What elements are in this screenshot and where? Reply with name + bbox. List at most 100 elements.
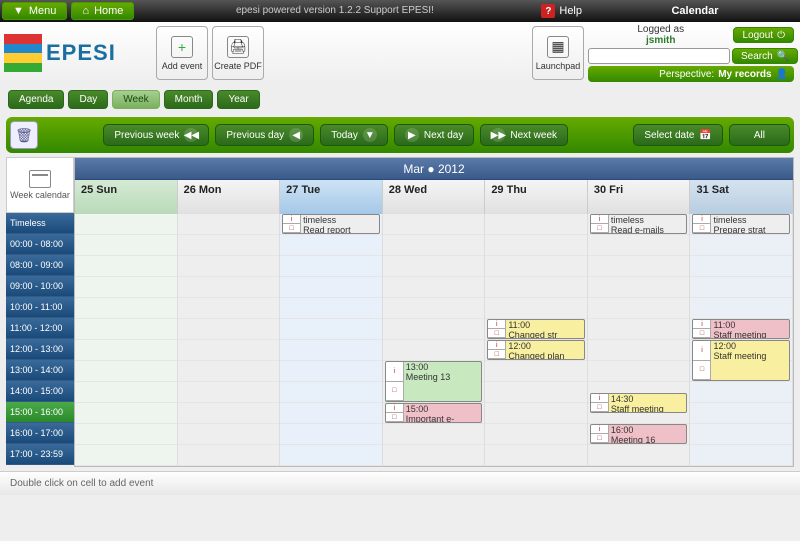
grid-cell[interactable] <box>485 298 587 319</box>
event-wed-15[interactable]: i□15:00Important e- <box>385 403 483 423</box>
event-fri-1430[interactable]: i□14:30Staff meeting <box>590 393 688 413</box>
time-slot[interactable]: 13:00 - 14:00 <box>6 360 74 381</box>
launchpad-button[interactable]: ▦ Launchpad <box>532 26 584 80</box>
grid-cell[interactable] <box>75 214 177 235</box>
col-fri[interactable]: i□timelessRead e-mails i□14:30Staff meet… <box>588 214 691 466</box>
grid-cell[interactable] <box>280 382 382 403</box>
grid-cell[interactable] <box>485 424 587 445</box>
menu-button[interactable]: ▼Menu <box>2 2 67 20</box>
prev-week-button[interactable]: Previous week◀◀ <box>103 124 209 146</box>
grid-cell[interactable] <box>280 445 382 466</box>
day-header-sun[interactable]: 25 Sun <box>75 180 178 214</box>
event-fri-16[interactable]: i□16:00Meeting 16 <box>590 424 688 444</box>
grid-cell[interactable] <box>280 424 382 445</box>
grid-cell[interactable] <box>588 235 690 256</box>
grid-cell[interactable] <box>178 214 280 235</box>
grid-cell[interactable] <box>690 235 792 256</box>
grid-cell[interactable] <box>75 256 177 277</box>
col-sun[interactable] <box>75 214 178 466</box>
grid-cell[interactable] <box>178 361 280 382</box>
grid-cell[interactable] <box>178 445 280 466</box>
time-slot[interactable]: Timeless <box>6 213 74 234</box>
grid-cell[interactable] <box>383 319 485 340</box>
time-slot[interactable]: 08:00 - 09:00 <box>6 255 74 276</box>
logout-button[interactable]: Logout⏻ <box>733 27 794 43</box>
add-event-button[interactable]: + Add event <box>156 26 208 80</box>
today-button[interactable]: Today▼ <box>320 124 388 146</box>
all-button[interactable]: All <box>729 124 790 146</box>
grid-cell[interactable] <box>178 382 280 403</box>
tab-year[interactable]: Year <box>217 90 259 109</box>
time-slot[interactable]: 09:00 - 10:00 <box>6 276 74 297</box>
event-sat-timeless[interactable]: i□timelessPrepare strat <box>692 214 790 234</box>
tab-day[interactable]: Day <box>68 90 108 109</box>
col-tue[interactable]: i□timelessRead report <box>280 214 383 466</box>
day-header-tue[interactable]: 27 Tue <box>280 180 383 214</box>
grid-cell[interactable] <box>383 298 485 319</box>
grid-cell[interactable] <box>383 445 485 466</box>
col-thu[interactable]: i□11:00Changed str i□12:00Changed plan <box>485 214 588 466</box>
grid-cell[interactable] <box>280 277 382 298</box>
day-header-thu[interactable]: 29 Thu <box>485 180 588 214</box>
grid-cell[interactable] <box>75 298 177 319</box>
time-slot[interactable]: 10:00 - 11:00 <box>6 297 74 318</box>
event-sat-12[interactable]: i□12:00Staff meeting <box>692 340 790 381</box>
time-slot[interactable]: 17:00 - 23:59 <box>6 444 74 465</box>
grid-cell[interactable] <box>178 277 280 298</box>
time-slot[interactable]: 15:00 - 16:00 <box>6 402 74 423</box>
grid-cell[interactable] <box>75 277 177 298</box>
grid-cell[interactable] <box>75 403 177 424</box>
grid-cell[interactable] <box>75 424 177 445</box>
event-fri-timeless[interactable]: i□timelessRead e-mails <box>590 214 688 234</box>
home-button[interactable]: ⌂Home <box>71 2 134 20</box>
grid-cell[interactable] <box>485 214 587 235</box>
grid-cell[interactable] <box>75 361 177 382</box>
perspective-selector[interactable]: Perspective: My records 👤 <box>588 66 794 82</box>
grid-cell[interactable] <box>178 340 280 361</box>
grid-cell[interactable] <box>690 445 792 466</box>
grid-cell[interactable] <box>588 256 690 277</box>
grid-cell[interactable] <box>690 256 792 277</box>
grid-cell[interactable] <box>690 382 792 403</box>
grid-cell[interactable] <box>485 361 587 382</box>
tab-week[interactable]: Week <box>112 90 159 109</box>
grid-cell[interactable] <box>588 319 690 340</box>
search-input[interactable] <box>588 48 730 64</box>
tab-month[interactable]: Month <box>164 90 214 109</box>
day-header-wed[interactable]: 28 Wed <box>383 180 486 214</box>
event-sat-11[interactable]: i□11:00Staff meeting <box>692 319 790 339</box>
grid-cell[interactable] <box>178 298 280 319</box>
grid-cell[interactable] <box>383 340 485 361</box>
grid-cell[interactable] <box>485 256 587 277</box>
event-thu-11[interactable]: i□11:00Changed str <box>487 319 585 339</box>
grid-cell[interactable] <box>178 319 280 340</box>
next-day-button[interactable]: ▶Next day <box>394 124 474 146</box>
grid-cell[interactable] <box>75 319 177 340</box>
col-mon[interactable] <box>178 214 281 466</box>
grid-cell[interactable] <box>280 235 382 256</box>
grid-cell[interactable] <box>178 424 280 445</box>
grid-cell[interactable] <box>280 298 382 319</box>
week-calendar-selector[interactable]: Week calendar <box>6 157 74 213</box>
grid-cell[interactable] <box>178 403 280 424</box>
time-slot[interactable]: 14:00 - 15:00 <box>6 381 74 402</box>
day-header-sat[interactable]: 31 Sat <box>690 180 793 214</box>
grid-cell[interactable] <box>75 340 177 361</box>
grid-cell[interactable] <box>280 403 382 424</box>
grid-cell[interactable] <box>588 298 690 319</box>
event-thu-12[interactable]: i□12:00Changed plan <box>487 340 585 360</box>
grid-cell[interactable] <box>485 382 587 403</box>
grid-cell[interactable] <box>383 424 485 445</box>
time-slot[interactable]: 00:00 - 08:00 <box>6 234 74 255</box>
grid-cell[interactable] <box>588 361 690 382</box>
grid-cell[interactable] <box>588 445 690 466</box>
grid-cell[interactable] <box>383 235 485 256</box>
grid-cell[interactable] <box>280 340 382 361</box>
grid-cell[interactable] <box>485 445 587 466</box>
grid-cell[interactable] <box>75 445 177 466</box>
trash-button[interactable]: 🗑 <box>10 121 38 149</box>
help-link[interactable]: ? Help <box>533 0 590 22</box>
search-button[interactable]: Search🔍 <box>732 48 798 64</box>
grid-cell[interactable] <box>383 256 485 277</box>
grid-cell[interactable] <box>75 382 177 403</box>
